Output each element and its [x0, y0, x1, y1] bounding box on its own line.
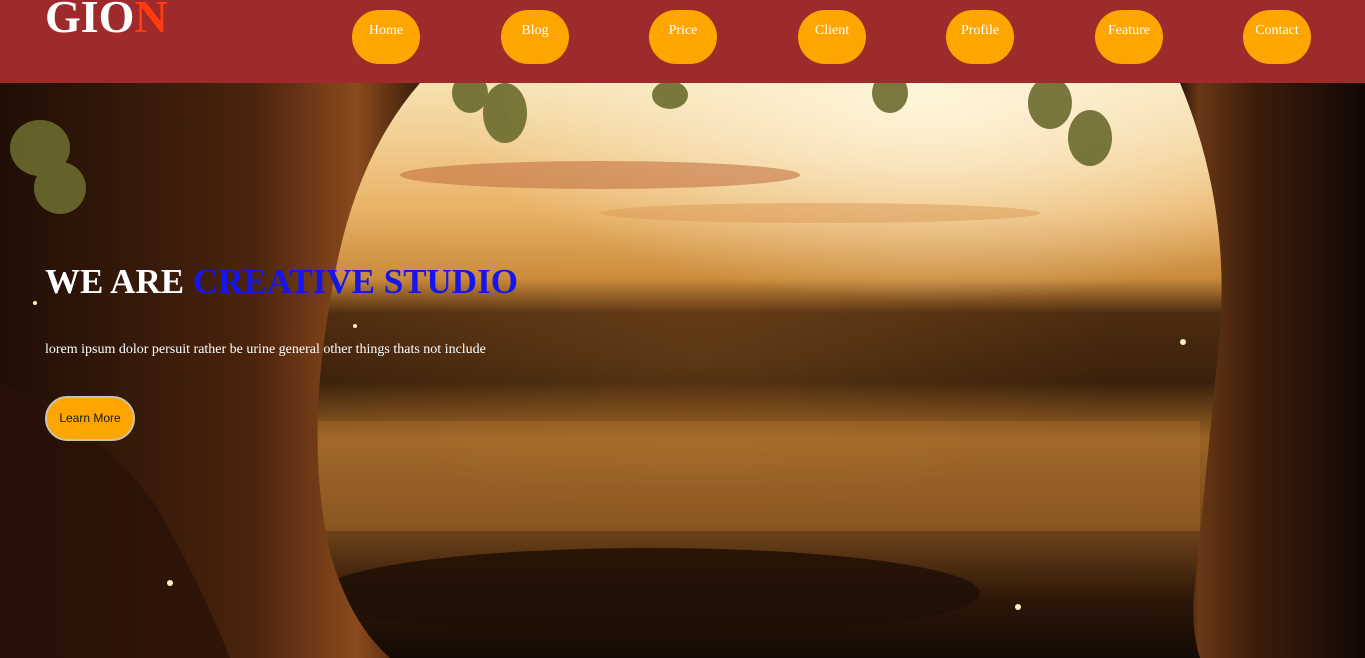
- nav-profile[interactable]: Profile: [946, 10, 1014, 64]
- nav-client[interactable]: Client: [798, 10, 866, 64]
- nav-blog[interactable]: Blog: [501, 10, 569, 64]
- nav-contact[interactable]: Contact: [1243, 10, 1311, 64]
- headline-highlight: CREATIVE STUDIO: [192, 262, 518, 301]
- nav-price[interactable]: Price: [649, 10, 717, 64]
- main-nav: Home Blog Price Client Profile Feature C…: [352, 10, 1312, 64]
- nav-home[interactable]: Home: [352, 10, 420, 64]
- hero-background-image: [0, 83, 1365, 658]
- learn-more-button[interactable]: Learn More: [45, 396, 135, 441]
- site-logo[interactable]: GION: [45, 0, 168, 40]
- headline-prefix: WE ARE: [45, 262, 193, 301]
- hero-headline: WE ARE CREATIVE STUDIO: [45, 262, 518, 302]
- hero-tagline: lorem ipsum dolor persuit rather be urin…: [45, 342, 486, 357]
- top-navbar: GION Home Blog Price Client Profile Feat…: [0, 0, 1365, 83]
- hero-section: WE ARE CREATIVE STUDIO lorem ipsum dolor…: [0, 83, 1365, 658]
- logo-accent-text: N: [134, 0, 168, 42]
- nav-feature[interactable]: Feature: [1095, 10, 1163, 64]
- logo-main-text: GIO: [45, 0, 135, 42]
